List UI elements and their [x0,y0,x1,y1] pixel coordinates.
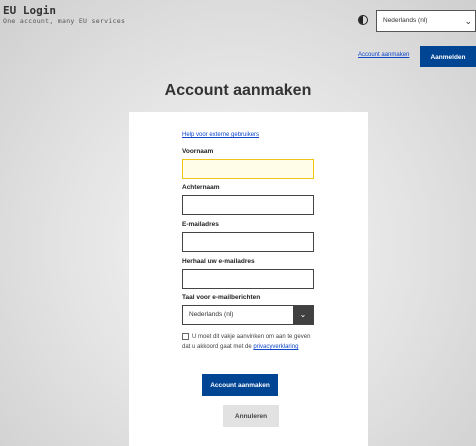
last-name-input[interactable] [182,195,314,215]
page-title: Account aanmaken [164,82,312,99]
email-language-select[interactable]: Nederlands (nl) ⌄ [182,305,314,325]
consent-row: U moet dit vakje aanvinken om aan te gev… [182,332,320,352]
email-label: E-mailadres [182,221,219,228]
first-name-label: Voornaam [182,148,214,155]
privacy-statement-link[interactable]: privacyverklaring [253,344,298,350]
first-name-input[interactable] [182,159,314,179]
chevron-down-icon: ⌄ [464,16,472,26]
sign-in-button[interactable]: Aanmelden [420,46,476,67]
create-account-link[interactable]: Account aanmaken [358,52,409,58]
brand: EU Login One account, many EU services [3,4,125,25]
registration-card: Help voor externe gebruikers Voornaam Ac… [129,112,368,446]
language-select[interactable]: Nederlands (nl) ⌄ [376,10,476,32]
create-account-button[interactable]: Account aanmaken [202,374,278,396]
chevron-down-icon: ⌄ [293,306,313,324]
contrast-icon[interactable] [358,15,368,25]
cancel-button[interactable]: Annuleren [223,405,279,427]
app-subtitle: One account, many EU services [3,17,126,25]
email-language-value: Nederlands (nl) [189,311,234,318]
consent-checkbox[interactable] [182,332,189,340]
app-title: EU Login [3,4,56,17]
header: EU Login One account, many EU services N… [0,0,476,42]
email-input[interactable] [182,232,314,252]
help-external-users-link[interactable]: Help voor externe gebruikers [182,132,259,138]
confirm-email-input[interactable] [182,269,314,289]
confirm-email-label: Herhaal uw e-mailadres [182,258,255,265]
last-name-label: Achternaam [182,184,220,191]
language-select-value: Nederlands (nl) [383,17,428,24]
email-language-label: Taal voor e-mailberichten [182,294,261,301]
